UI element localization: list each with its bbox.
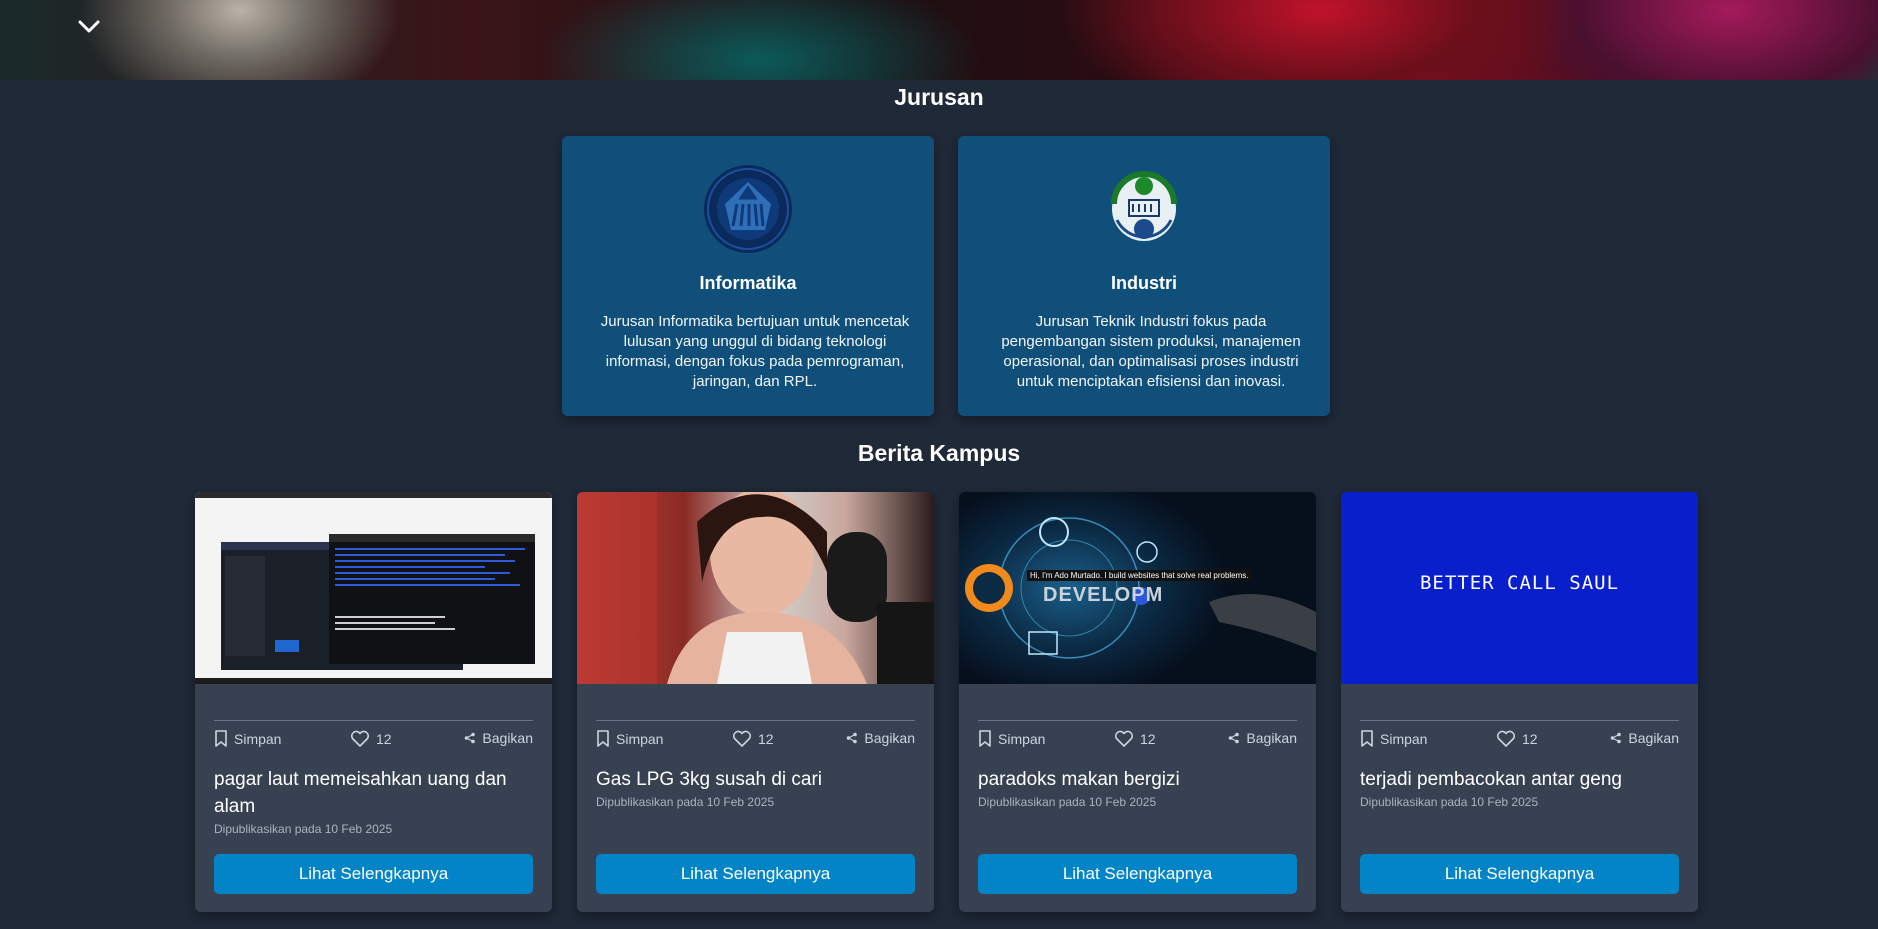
bookmark-icon (215, 730, 227, 747)
read-more-button[interactable]: Lihat Selengkapnya (214, 854, 533, 894)
news-date: Dipublikasikan pada 10 Feb 2025 (1360, 795, 1539, 809)
save-label: Simpan (234, 731, 282, 747)
save-label: Simpan (616, 731, 664, 747)
dept-name: Informatika (699, 273, 797, 293)
share-icon (465, 732, 476, 744)
heart-icon (1496, 730, 1516, 747)
like-button[interactable]: 12 (732, 730, 774, 748)
share-label: Bagikan (864, 730, 915, 746)
bookmark-icon (1361, 730, 1373, 747)
news-date: Dipublikasikan pada 10 Feb 2025 (596, 795, 775, 809)
news-actions: Simpan 12 Bagikan (978, 730, 1297, 754)
news-actions: Simpan 12 Bagikan (1360, 730, 1679, 754)
bookmark-icon (597, 730, 609, 747)
save-label: Simpan (1380, 731, 1428, 747)
share-button[interactable]: Bagikan (1228, 730, 1297, 746)
share-label: Bagikan (482, 730, 533, 746)
dept-name: Industri (1111, 273, 1177, 293)
like-count: 12 (1140, 731, 1156, 747)
thumb-text: BETTER CALL SAUL (1419, 572, 1620, 594)
thumb-caption: Hi, I'm Ado Murtado. I build websites th… (1027, 570, 1252, 581)
like-count: 12 (758, 731, 774, 747)
heart-icon (732, 730, 752, 747)
save-label: Simpan (998, 731, 1046, 747)
like-count: 12 (376, 731, 392, 747)
share-icon (1229, 732, 1240, 744)
save-button[interactable]: Simpan (596, 730, 663, 748)
news-thumbnail[interactable]: Hi, I'm Ado Murtado. I build websites th… (959, 492, 1316, 684)
news-card: Hi, I'm Ado Murtado. I build websites th… (959, 492, 1316, 912)
save-button[interactable]: Simpan (1360, 730, 1427, 748)
heart-icon (350, 730, 370, 747)
share-icon (1611, 732, 1622, 744)
save-button[interactable]: Simpan (214, 730, 281, 748)
news-date: Dipublikasikan pada 10 Feb 2025 (978, 795, 1157, 809)
like-button[interactable]: 12 (1496, 730, 1538, 748)
news-divider (978, 720, 1297, 721)
chevron-down-icon[interactable] (76, 14, 102, 40)
dept-description: Jurusan Teknik Industri fokus pada penge… (1001, 313, 1301, 390)
news-actions: Simpan 12 Bagikan (596, 730, 915, 754)
news-divider (596, 720, 915, 721)
save-button[interactable]: Simpan (978, 730, 1045, 748)
news-thumbnail[interactable]: BETTER CALL SAUL (1341, 492, 1698, 684)
dept-description: Jurusan Informatika bertujuan untuk menc… (600, 313, 910, 390)
informatika-logo-icon (703, 164, 793, 254)
news-actions: Simpan 12 Bagikan (214, 730, 533, 754)
bookmark-icon (979, 730, 991, 747)
like-count: 12 (1522, 731, 1538, 747)
news-date: Dipublikasikan pada 10 Feb 2025 (214, 822, 393, 836)
share-button[interactable]: Bagikan (1610, 730, 1679, 746)
like-button[interactable]: 12 (350, 730, 392, 748)
share-icon (847, 732, 858, 744)
news-title[interactable]: Gas LPG 3kg susah di cari (596, 766, 915, 793)
like-button[interactable]: 12 (1114, 730, 1156, 748)
news-divider (1360, 720, 1679, 721)
jurusan-heading: Jurusan (894, 84, 984, 110)
news-thumbnail[interactable] (577, 492, 934, 684)
share-label: Bagikan (1246, 730, 1297, 746)
dept-card-informatika[interactable]: Informatika Jurusan Informatika bertujua… (562, 136, 934, 416)
share-button[interactable]: Bagikan (464, 730, 533, 746)
news-card: Simpan 12 Bagikan pagar laut memeisahkan… (195, 492, 552, 912)
share-label: Bagikan (1628, 730, 1679, 746)
heart-icon (1114, 730, 1134, 747)
news-card: Simpan 12 Bagikan Gas LPG 3kg susah di c… (577, 492, 934, 912)
news-card: BETTER CALL SAUL Simpan 12 Bagikan terja… (1341, 492, 1698, 912)
read-more-button[interactable]: Lihat Selengkapnya (596, 854, 915, 894)
read-more-button[interactable]: Lihat Selengkapnya (978, 854, 1297, 894)
news-title[interactable]: terjadi pembacokan antar geng (1360, 766, 1679, 793)
dept-card-industri[interactable]: Industri Jurusan Teknik Industri fokus p… (958, 136, 1330, 416)
news-divider (214, 720, 533, 721)
news-thumbnail[interactable] (195, 492, 552, 684)
news-title[interactable]: pagar laut memeisahkan uang dan alam (214, 766, 533, 820)
news-heading: Berita Kampus (857, 440, 1021, 466)
industri-logo-icon (1099, 164, 1189, 254)
share-button[interactable]: Bagikan (846, 730, 915, 746)
thumb-word: DEVELOPM (1043, 584, 1164, 606)
news-title[interactable]: paradoks makan bergizi (978, 766, 1297, 793)
hero-banner (0, 0, 1878, 80)
read-more-button[interactable]: Lihat Selengkapnya (1360, 854, 1679, 894)
